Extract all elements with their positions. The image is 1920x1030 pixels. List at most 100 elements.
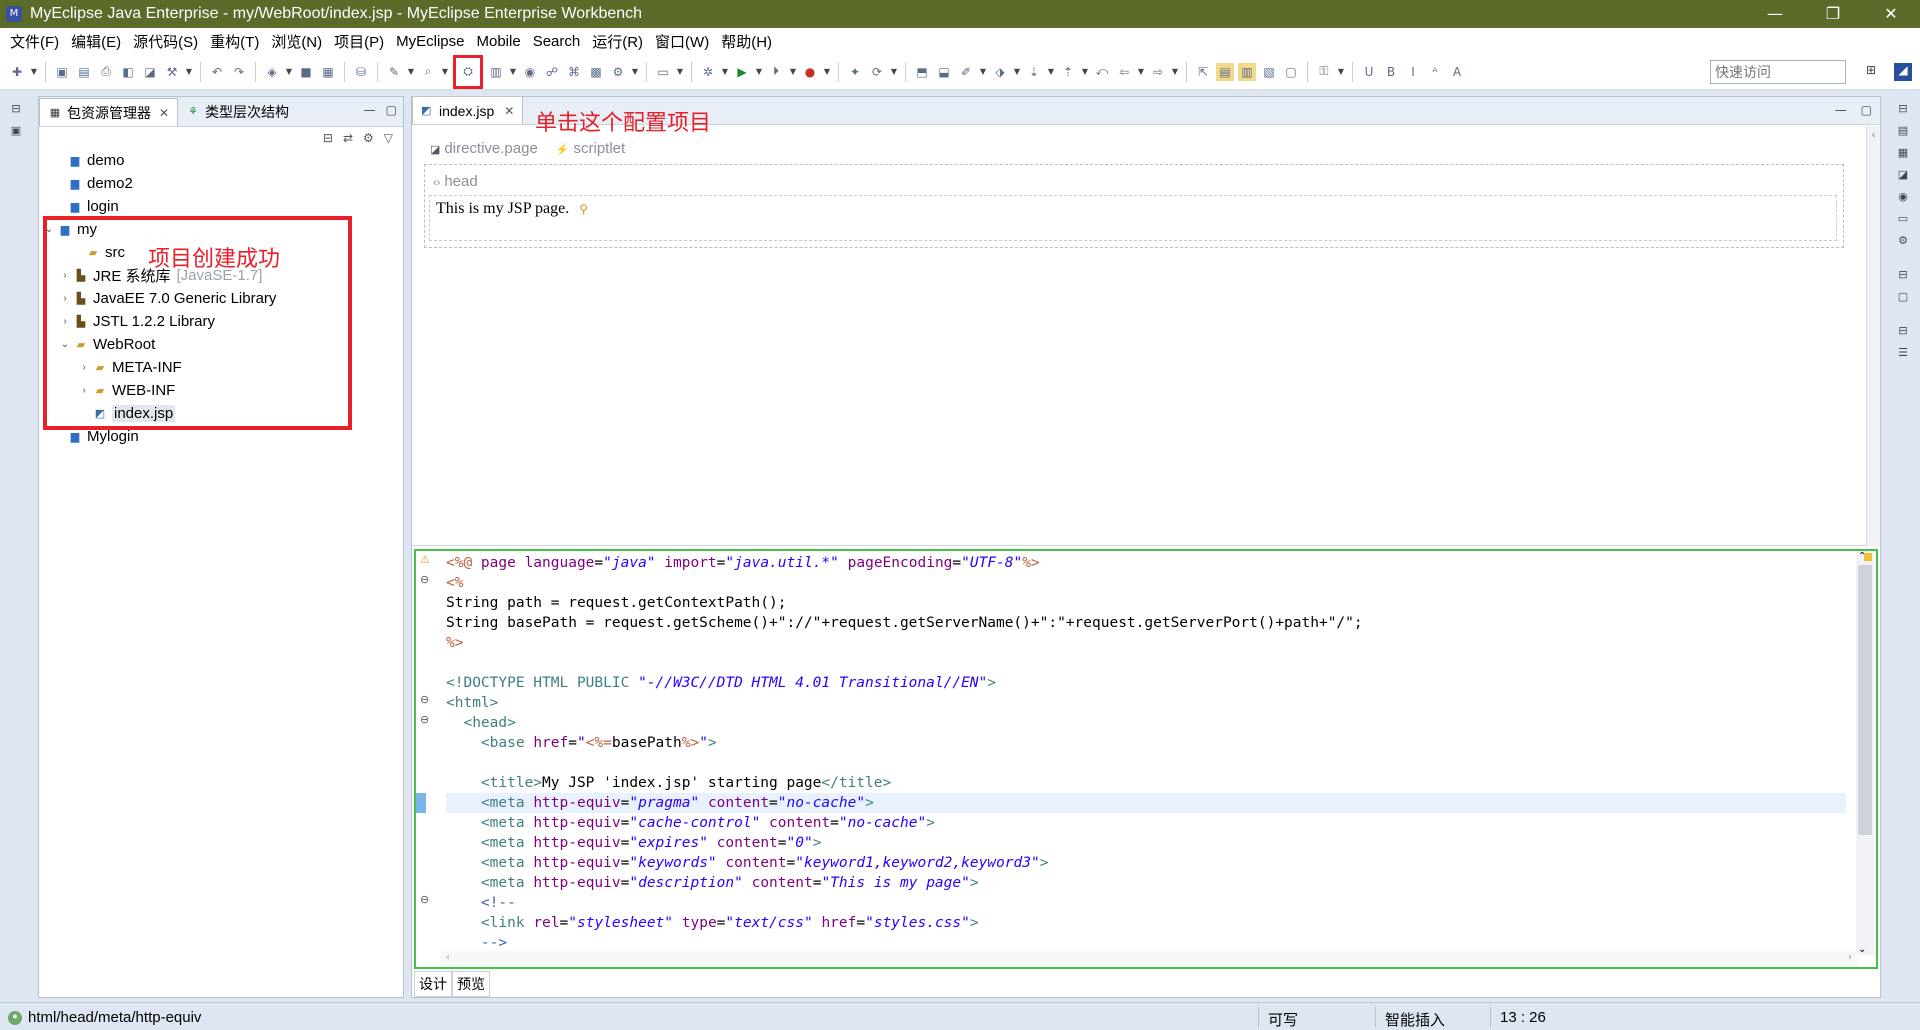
menu-project[interactable]: 项目(P) [328,31,390,52]
quick-access-input[interactable] [1710,60,1846,84]
scriptlet-tag[interactable]: ⚡ scriptlet [556,140,625,157]
new-icon[interactable]: ✚ [8,63,26,81]
menu-navigate[interactable]: 浏览(N) [265,31,328,52]
build-icon[interactable]: ⚒ [163,63,181,81]
outline-icon[interactable]: ▤ [1895,124,1911,140]
fold-icon[interactable]: ⊖ [420,893,429,906]
forward-icon[interactable]: ⇨ [1149,63,1167,81]
save-icon[interactable]: ▣ [53,63,71,81]
chevron-right-icon[interactable]: › [1848,952,1852,963]
source-only-icon[interactable]: ▢ [1282,63,1300,81]
new-dropdown-icon[interactable]: ▼ [30,63,38,81]
code-line[interactable]: <!DOCTYPE HTML PUBLIC "-//W3C//DTD HTML … [446,673,1846,693]
refresh-dropdown-icon[interactable]: ▼ [890,63,898,81]
deploy-project-highlight[interactable]: ⛭ [453,54,483,89]
myeclipse-perspective-icon[interactable]: ◢ [1894,63,1912,81]
screen-icon[interactable]: ▭ [654,63,672,81]
source-vertical-scrollbar[interactable]: ⌃ ⌄ [1856,551,1874,955]
settings-dropdown-icon[interactable]: ▼ [631,63,639,81]
new-class-icon[interactable]: ✦ [846,63,864,81]
image-icon[interactable]: ▩ [587,63,605,81]
prev-annotation-dropdown-icon[interactable]: ▼ [1081,63,1089,81]
maximize-view-icon[interactable]: ▢ [386,103,397,117]
minimize-view-icon[interactable]: — [364,103,376,117]
bold-icon[interactable]: B [1382,63,1400,81]
code-line[interactable]: <%@ page language="java" import="java.ut… [446,553,1846,573]
code-line[interactable]: <link rel="stylesheet" type="text/css" h… [446,913,1846,933]
refresh-icon[interactable]: ⟳ [868,63,886,81]
tab-package-explorer[interactable]: ▦ 包资源管理器 ✕ [39,98,179,126]
web-icon[interactable]: ⌘ [565,63,583,81]
console-icon[interactable]: ▭ [1895,212,1911,228]
menu-file[interactable]: 文件(F) [4,31,65,52]
database-icon[interactable]: ⛁ [352,63,370,81]
servers-icon[interactable]: ⚙ [1895,234,1911,250]
chevron-right-icon[interactable]: › [59,293,71,304]
code-line[interactable]: <meta http-equiv="expires" content="0"> [446,833,1846,853]
source-pane[interactable]: ⚠ ⊖ ⊖ ⊖ ⊖ <%@ page language="java" impor… [414,549,1878,969]
design-only-icon[interactable]: ▧ [1260,63,1278,81]
screen-dropdown-icon[interactable]: ▼ [676,63,684,81]
preferences-dropdown-icon[interactable]: ▼ [1337,63,1345,81]
forward-dropdown-icon[interactable]: ▼ [1171,63,1179,81]
directive-page-tag[interactable]: ◪ directive.page [430,140,538,157]
task-icon[interactable]: ⬗ [991,63,1009,81]
manage-dropdown-icon[interactable]: ▼ [509,63,517,81]
next-annotation-dropdown-icon[interactable]: ▼ [1047,63,1055,81]
deploy-icon[interactable]: ✎ [385,63,403,81]
chevron-down-icon[interactable]: ⌄ [59,339,71,350]
tree-item-index-jsp[interactable]: ◩ index.jsp [39,402,403,425]
toggle-mark-icon[interactable]: ◧ [119,63,137,81]
menu-myeclipse[interactable]: MyEclipse [390,33,470,50]
tree-item-mylogin[interactable]: ▆ Mylogin [39,425,403,448]
run-with-dropdown-icon[interactable]: ▼ [789,63,797,81]
code-line[interactable]: <base href="<%=basePath%>"> [446,733,1846,753]
chevron-right-icon[interactable]: › [78,362,90,373]
globe-icon[interactable]: ◉ [521,63,539,81]
menu-run[interactable]: 运行(R) [586,31,649,52]
redo-icon[interactable]: ↷ [230,63,248,81]
pen-dropdown-icon[interactable]: ▼ [979,63,987,81]
code-line[interactable]: <meta http-equiv="description" content="… [446,873,1846,893]
overview-warning-marker[interactable] [1864,553,1872,561]
tree-item-meta-inf[interactable]: › ▰ META-INF [39,356,403,379]
fold-icon[interactable]: ⊖ [420,573,429,586]
maximize-button[interactable]: ❐ [1804,0,1862,28]
restore-icon[interactable]: ⊟ [1895,102,1911,118]
underline-icon[interactable]: U [1360,63,1378,81]
task-dropdown-icon[interactable]: ▼ [1013,63,1021,81]
code-line[interactable]: <title>My JSP 'index.jsp' starting page<… [446,773,1846,793]
chevron-right-icon[interactable]: › [78,385,90,396]
code-line[interactable]: --> [446,933,1846,953]
source-code[interactable]: <%@ page language="java" import="java.ut… [446,553,1846,953]
server-dropdown-icon[interactable]: ▼ [285,63,293,81]
tasks-icon[interactable]: ☰ [1895,346,1911,362]
package-icon[interactable]: ▦ [319,63,337,81]
code-line[interactable]: String path = request.getContextPath(); [446,593,1846,613]
code-line[interactable]: <meta http-equiv="keywords" content="key… [446,853,1846,873]
tree-item-webroot[interactable]: ⌄ ▰ WebRoot [39,333,403,356]
restore-icon[interactable]: ⊟ [1895,324,1911,340]
restore-icon[interactable]: ⊟ [1895,268,1911,284]
code-line[interactable]: String basePath = request.getScheme()+":… [446,613,1846,633]
head-element[interactable]: ‹› head [433,173,478,190]
warning-icon[interactable]: ⚠ [420,553,430,566]
open-perspective-icon[interactable]: ⊞ [1862,63,1880,81]
search-dropdown-icon[interactable]: ▼ [441,63,449,81]
tree-item-jstl-library[interactable]: › ▙ JSTL 1.2.2 Library [39,310,403,333]
minimize-editor-icon[interactable]: — [1835,103,1847,117]
palette-icon[interactable]: ▢ [1895,290,1911,306]
run-dropdown-icon[interactable]: ▼ [755,63,763,81]
design-pane[interactable]: ◪ directive.page ⚡ scriptlet ‹› head This i… [412,126,1880,546]
code-line[interactable]: <meta http-equiv="pragma" content="no-ca… [446,793,1846,813]
font-larger-icon[interactable]: A [1448,63,1466,81]
box-icon[interactable]: ■ [297,63,315,81]
chevron-down-icon[interactable]: ⌄ [43,224,55,235]
pen-icon[interactable]: ✐ [957,63,975,81]
deploy-project-icon[interactable]: ⛭ [459,63,477,81]
link-editor-icon[interactable]: ⇄ [343,131,353,145]
code-line[interactable]: <head> [446,713,1846,733]
snippets-icon[interactable]: ◪ [1895,168,1911,184]
save-all-icon[interactable]: ▤ [75,63,93,81]
source-horizontal-scrollbar[interactable]: ‹ › [440,951,1858,967]
